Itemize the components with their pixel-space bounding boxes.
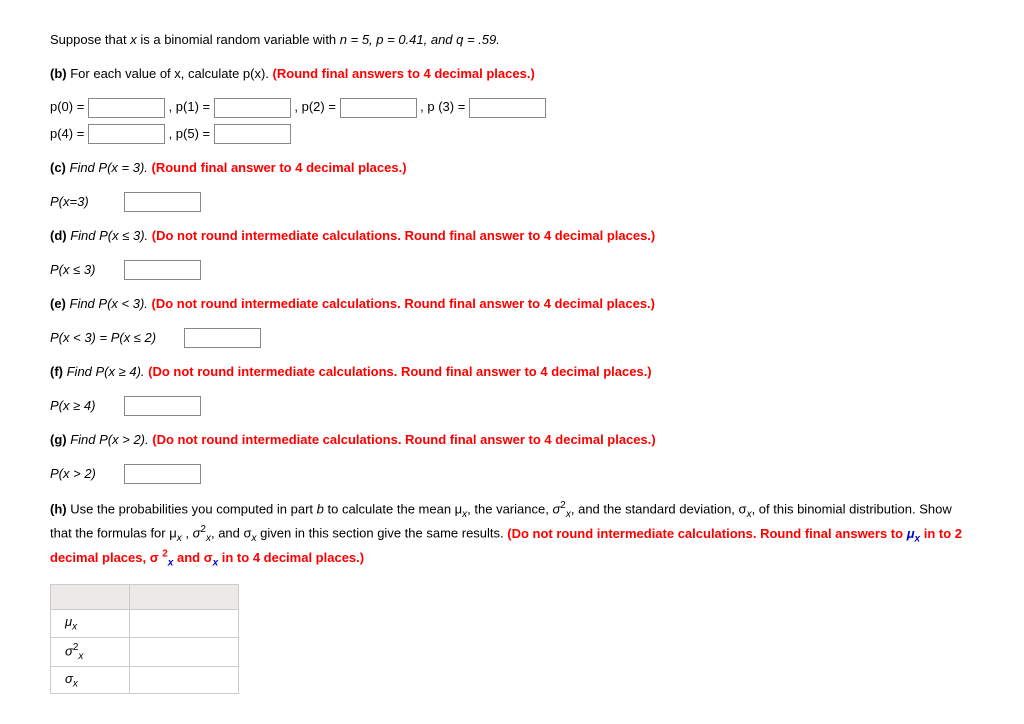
- part-d-input[interactable]: [124, 260, 201, 280]
- part-e-text: Find P(x < 3).: [66, 296, 152, 311]
- part-c-input[interactable]: [124, 192, 201, 212]
- part-f-label: (f): [50, 364, 63, 379]
- part-g-answer-row: P(x > 2): [50, 464, 974, 485]
- part-b-row1: p(0) = , p(1) = , p(2) = , p (3) =: [50, 97, 974, 118]
- h-hmu: μ: [907, 526, 915, 541]
- h-h4: in to 4 decimal places.): [218, 550, 364, 565]
- table-header-blank2: [130, 585, 239, 610]
- part-b-hint: (Round final answers to 4 decimal places…: [273, 66, 535, 81]
- h-t2: to calculate the mean μ: [324, 502, 462, 517]
- intro-text: Suppose that x is a binomial random vari…: [50, 30, 974, 50]
- part-g-prompt: (g) Find P(x > 2). (Do not round interme…: [50, 430, 974, 450]
- part-g-answer-label: P(x > 2): [50, 464, 120, 484]
- h-t1: Use the probabilities you computed in pa…: [67, 502, 317, 517]
- h-partref: b: [317, 502, 324, 517]
- moments-table: μx σ2x σx: [50, 584, 239, 694]
- part-e-prompt: (e) Find P(x < 3). (Do not round interme…: [50, 294, 974, 314]
- h-t3: , the variance,: [467, 502, 552, 517]
- part-d-prompt: (d) Find P(x ≤ 3). (Do not round interme…: [50, 226, 974, 246]
- table-row: σx: [51, 666, 239, 694]
- mu-x-label: μx: [51, 610, 130, 638]
- part-f-text: Find P(x ≥ 4).: [63, 364, 148, 379]
- sigma2-x-input-cell[interactable]: [130, 637, 239, 666]
- part-e-label: (e): [50, 296, 66, 311]
- intro-params: n = 5, p = 0.41, and q = .59.: [340, 32, 500, 47]
- part-c-answer-row: P(x=3): [50, 192, 974, 213]
- part-g-input[interactable]: [124, 464, 201, 484]
- part-c-text: Find P(x = 3).: [66, 160, 152, 175]
- sigma-x-label: σx: [51, 666, 130, 694]
- p3-label: , p (3) =: [420, 99, 469, 114]
- part-e-answer-row: P(x < 3) = P(x ≤ 2): [50, 328, 974, 349]
- p0-label: p(0) =: [50, 99, 88, 114]
- p2-label: , p(2) =: [294, 99, 339, 114]
- sigma-x-input-cell[interactable]: [130, 666, 239, 694]
- part-e-hint: (Do not round intermediate calculations.…: [152, 296, 655, 311]
- part-f-hint: (Do not round intermediate calculations.…: [148, 364, 651, 379]
- part-b-prompt: (b) For each value of x, calculate p(x).…: [50, 64, 974, 84]
- part-d-hint: (Do not round intermediate calculations.…: [152, 228, 655, 243]
- part-b-text: For each value of x, calculate p(x).: [67, 66, 273, 81]
- part-c-prompt: (c) Find P(x = 3). (Round final answer t…: [50, 158, 974, 178]
- part-d-label: (d): [50, 228, 67, 243]
- part-g-hint: (Do not round intermediate calculations.…: [152, 432, 655, 447]
- part-g-text: Find P(x > 2).: [67, 432, 153, 447]
- intro-prefix: Suppose that: [50, 32, 130, 47]
- table-row: σ2x: [51, 637, 239, 666]
- p5-input[interactable]: [214, 124, 291, 144]
- sigma2-x-label: σ2x: [51, 637, 130, 666]
- p4-input[interactable]: [88, 124, 165, 144]
- h-t6: ,: [182, 526, 193, 541]
- h-t4: , and the standard deviation, σ: [571, 502, 747, 517]
- part-b-label: (b): [50, 66, 67, 81]
- p1-input[interactable]: [214, 98, 291, 118]
- h-t7: , and σ: [211, 526, 252, 541]
- part-f-answer-row: P(x ≥ 4): [50, 396, 974, 417]
- intro-mid: is a binomial random variable with: [137, 32, 340, 47]
- part-e-input[interactable]: [184, 328, 261, 348]
- part-f-input[interactable]: [124, 396, 201, 416]
- part-c-label: (c): [50, 160, 66, 175]
- part-d-text: Find P(x ≤ 3).: [67, 228, 152, 243]
- h-h1: (Do not round intermediate calculations.…: [507, 526, 906, 541]
- part-f-answer-label: P(x ≥ 4): [50, 396, 120, 416]
- p3-input[interactable]: [469, 98, 546, 118]
- h-h3: and σ: [173, 550, 212, 565]
- p1-label: , p(1) =: [169, 99, 214, 114]
- p4-label: p(4) =: [50, 126, 88, 141]
- part-f-prompt: (f) Find P(x ≥ 4). (Do not round interme…: [50, 362, 974, 382]
- part-g-label: (g): [50, 432, 67, 447]
- table-header-blank1: [51, 585, 130, 610]
- p5-label: , p(5) =: [169, 126, 214, 141]
- table-row: μx: [51, 610, 239, 638]
- h-t8: given in this section give the same resu…: [257, 526, 508, 541]
- p2-input[interactable]: [340, 98, 417, 118]
- mu-x-input-cell[interactable]: [130, 610, 239, 638]
- part-d-answer-row: P(x ≤ 3): [50, 260, 974, 281]
- part-e-answer-label: P(x < 3) = P(x ≤ 2): [50, 328, 180, 348]
- part-c-hint: (Round final answer to 4 decimal places.…: [152, 160, 407, 175]
- part-c-answer-label: P(x=3): [50, 192, 120, 212]
- part-b-row2: p(4) = , p(5) =: [50, 124, 974, 145]
- part-d-answer-label: P(x ≤ 3): [50, 260, 120, 280]
- part-h-label: (h): [50, 502, 67, 517]
- p0-input[interactable]: [88, 98, 165, 118]
- part-h-prompt: (h) Use the probabilities you computed i…: [50, 498, 974, 570]
